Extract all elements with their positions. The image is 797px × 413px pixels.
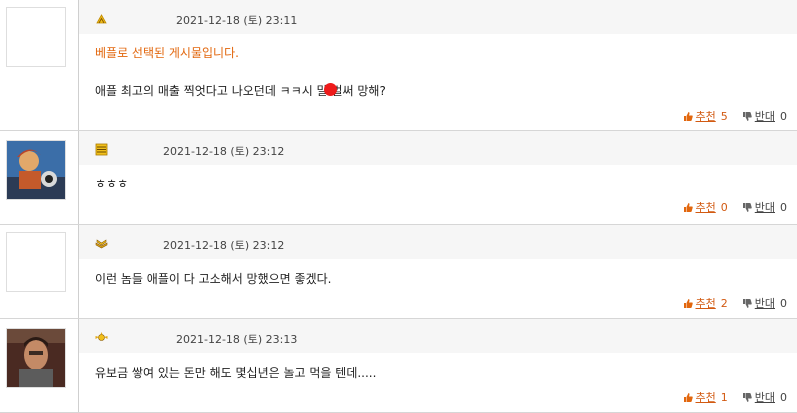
red-dot-mark	[324, 83, 337, 96]
thumbs-up-icon	[683, 298, 693, 308]
comment-item: 2021-12-18 (토) 23:11 베플로 선택된 게시물입니다. 애플 …	[0, 0, 797, 131]
comment-meta: 2021-12-18 (토) 23:11	[79, 0, 797, 34]
avatar[interactable]	[6, 328, 66, 388]
thumbs-down-icon	[742, 298, 752, 308]
vote-area: 추천 2 반대 0	[683, 295, 787, 311]
comment-meta: 2021-12-18 (토) 23:13	[79, 319, 797, 353]
avatar[interactable]	[6, 140, 66, 200]
comment-meta: 2021-12-18 (토) 23:12	[79, 225, 797, 259]
upvote-button[interactable]: 추천 1	[683, 389, 728, 405]
thumbs-down-icon	[742, 392, 752, 402]
comment-body: 2021-12-18 (토) 23:12 ㅎㅎㅎ 추천 0 반대 0	[79, 131, 797, 224]
upvote-button[interactable]: 추천 5	[683, 108, 728, 124]
thumbs-up-icon	[683, 202, 693, 212]
downvote-count: 0	[780, 200, 787, 214]
upvote-count: 1	[720, 390, 728, 404]
comment-meta: 2021-12-18 (토) 23:12	[79, 131, 797, 165]
avatar-column	[0, 0, 79, 130]
downvote-count: 0	[780, 390, 787, 404]
comment-body: 2021-12-18 (토) 23:12 이런 놈들 애플이 다 고소해서 망했…	[79, 225, 797, 318]
comment-item: 2021-12-18 (토) 23:12 이런 놈들 애플이 다 고소해서 망했…	[0, 225, 797, 319]
comment-text: 이런 놈들 애플이 다 고소해서 망했으면 좋겠다.	[95, 272, 332, 286]
man-photo	[7, 329, 65, 387]
avatar[interactable]	[6, 7, 66, 67]
best-comment-notice: 베플로 선택된 게시물입니다.	[95, 46, 239, 60]
comment-text: 유보금 쌓여 있는 돈만 해도 몇십년은 놀고 먹을 텐데.....	[95, 366, 377, 380]
avatar[interactable]	[6, 232, 66, 292]
cartoon-character-photo	[7, 141, 65, 199]
winged-badge-icon	[95, 332, 108, 341]
downvote-count: 0	[780, 296, 787, 310]
upvote-button[interactable]: 추천 0	[683, 199, 728, 215]
upvote-label: 추천	[695, 297, 716, 310]
vote-area: 추천 1 반대 0	[683, 389, 787, 405]
comment-date: 2021-12-18 (토) 23:12	[163, 145, 285, 158]
downvote-button[interactable]: 반대 0	[742, 389, 787, 405]
stacked-bars-badge-icon	[95, 143, 108, 156]
upvote-label: 추천	[695, 201, 716, 214]
comment-date: 2021-12-18 (토) 23:13	[176, 333, 298, 346]
comment-list: 2021-12-18 (토) 23:11 베플로 선택된 게시물입니다. 애플 …	[0, 0, 797, 413]
thumbs-up-icon	[683, 111, 693, 121]
downvote-label: 반대	[754, 391, 775, 404]
upvote-label: 추천	[695, 110, 716, 123]
comment-item: 2021-12-18 (토) 23:13 유보금 쌓여 있는 돈만 해도 몇십년…	[0, 319, 797, 413]
vote-area: 추천 0 반대 0	[683, 199, 787, 215]
comment-date: 2021-12-18 (토) 23:12	[163, 239, 285, 252]
upvote-button[interactable]: 추천 2	[683, 295, 728, 311]
comment-body: 2021-12-18 (토) 23:13 유보금 쌓여 있는 돈만 해도 몇십년…	[79, 319, 797, 412]
comment-body: 2021-12-18 (토) 23:11 베플로 선택된 게시물입니다. 애플 …	[79, 0, 797, 130]
downvote-label: 반대	[754, 201, 775, 214]
downvote-label: 반대	[754, 110, 775, 123]
double-chevron-badge-icon	[96, 14, 107, 24]
comment-item: 2021-12-18 (토) 23:12 ㅎㅎㅎ 추천 0 반대 0	[0, 131, 797, 225]
downvote-button[interactable]: 반대 0	[742, 199, 787, 215]
comment-text: 애플 최고의 매출 찍엇다고 나오던데 ㅋㅋ시 말 벌써 망해?	[95, 84, 386, 98]
downvote-button[interactable]: 반대 0	[742, 295, 787, 311]
thumbs-down-icon	[742, 111, 752, 121]
avatar-column	[0, 319, 79, 412]
upvote-count: 0	[720, 200, 728, 214]
thumbs-down-icon	[742, 202, 752, 212]
avatar-column	[0, 131, 79, 224]
upvote-count: 2	[720, 296, 728, 310]
downvote-count: 0	[780, 109, 787, 123]
downvote-button[interactable]: 반대 0	[742, 108, 787, 124]
vote-area: 추천 5 반대 0	[683, 108, 787, 124]
avatar-column	[0, 225, 79, 318]
comment-text: ㅎㅎㅎ	[95, 177, 129, 191]
upvote-count: 5	[720, 109, 728, 123]
downvote-label: 반대	[754, 297, 775, 310]
comment-date: 2021-12-18 (토) 23:11	[176, 14, 298, 27]
upvote-label: 추천	[695, 391, 716, 404]
thumbs-up-icon	[683, 392, 693, 402]
folded-wings-badge-icon	[95, 239, 108, 249]
